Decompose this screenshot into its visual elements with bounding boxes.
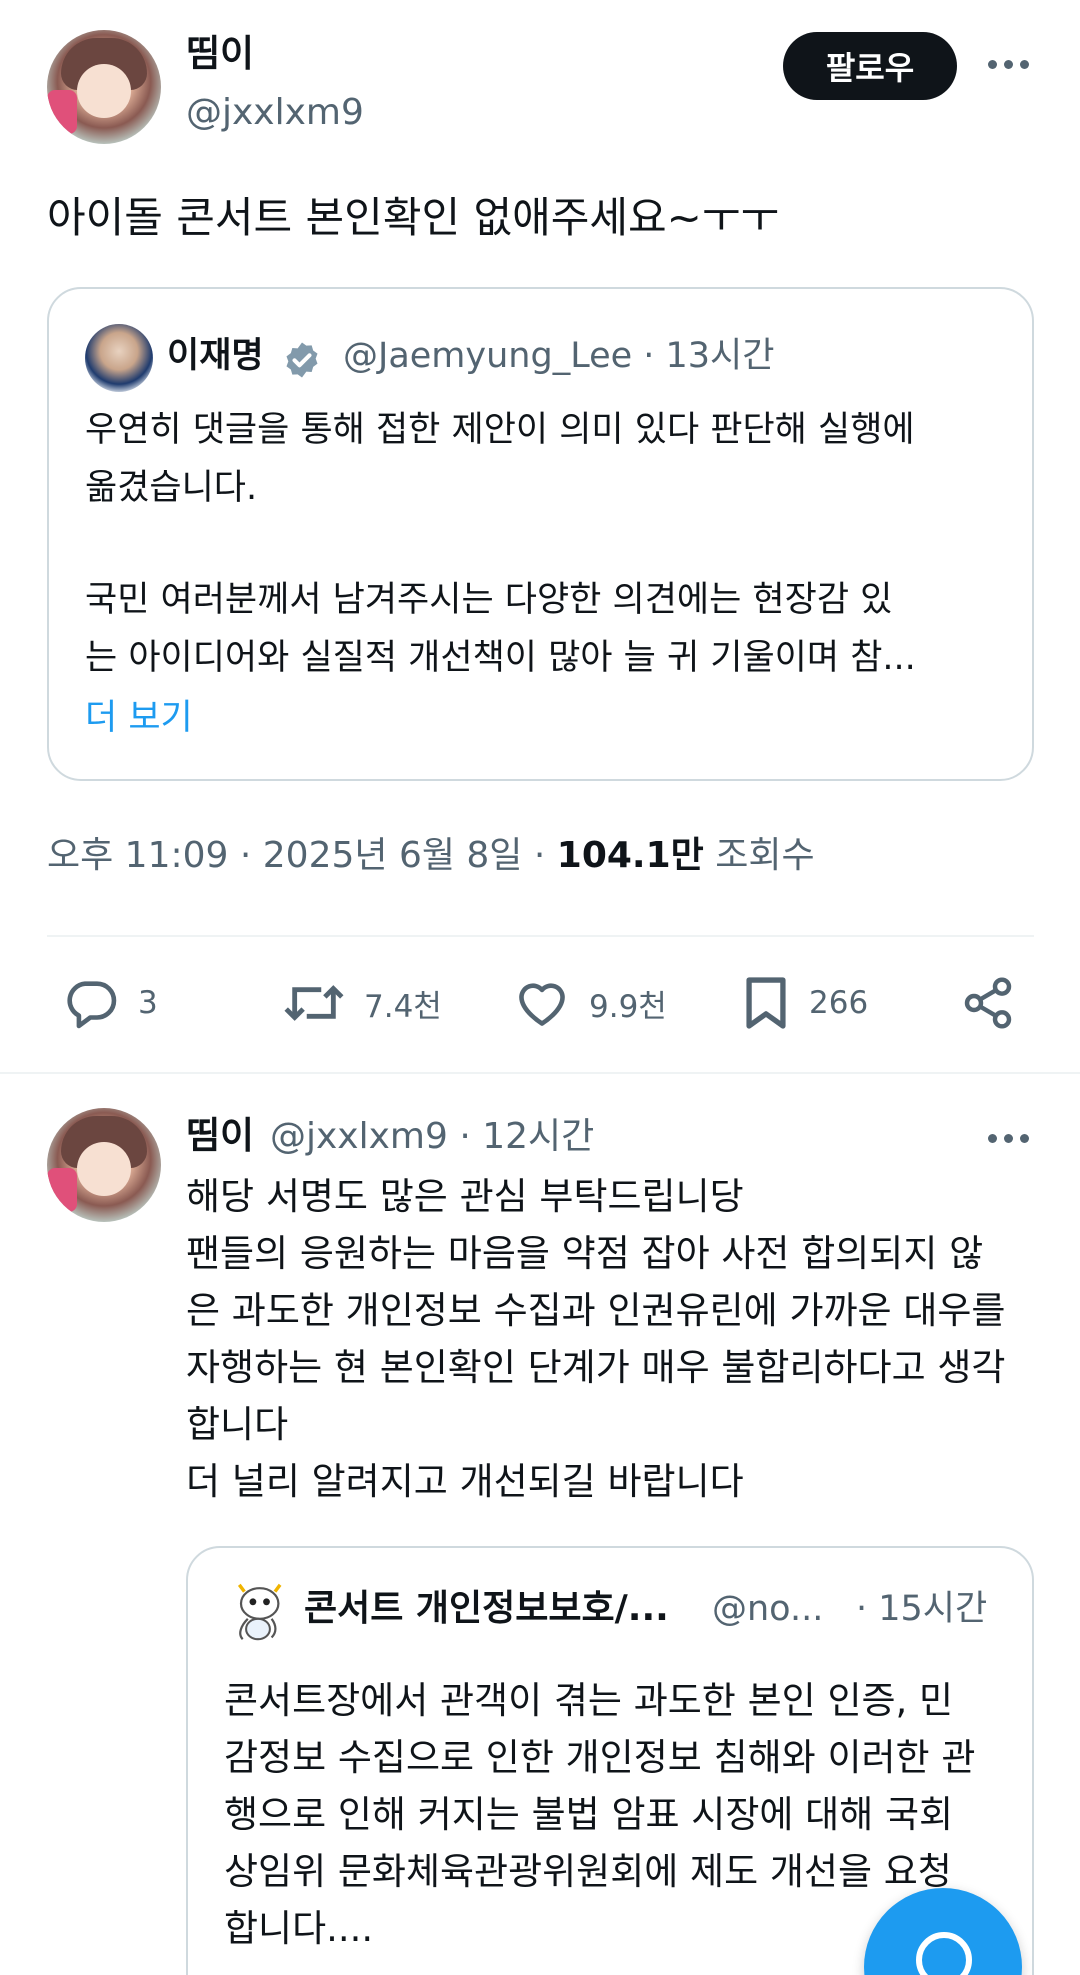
post-text: 아이돌 콘서트 본인확인 없애주세요~ㅜㅜ xyxy=(47,193,780,242)
view-label: 조회수 xyxy=(715,835,815,876)
repost-button[interactable]: 7.4천 xyxy=(282,972,442,1034)
avatar-accent xyxy=(47,1168,77,1212)
repost-count: 7.4천 xyxy=(364,988,442,1025)
quoted-text-line: 국민 여러분께서 남겨주시는 다양한 의견에는 현장감 있 xyxy=(85,580,893,620)
quoted-text-line: 우연히 댓글을 통해 접한 제안이 의미 있다 판단해 실행에 xyxy=(85,410,915,450)
like-count: 9.9천 xyxy=(589,988,667,1025)
reply-button[interactable]: 3 xyxy=(62,972,158,1034)
reply-quoted-text: 콘서트장에서 관객이 겪는 과도한 본인 인증, 민 감정보 수집으로 인한 개… xyxy=(224,1672,975,1957)
post-timestamp[interactable]: 오후 11:09 · 2025년 6월 8일 · xyxy=(47,835,557,876)
reply-quoted-time: · 15시간 xyxy=(856,1589,988,1629)
reply-quoted-text-line: 감정보 수집으로 인한 개인정보 침해와 이러한 관 xyxy=(224,1736,976,1779)
divider xyxy=(47,935,1034,937)
show-more-link[interactable]: 더 보기 xyxy=(85,689,193,747)
more-options-icon[interactable] xyxy=(988,1134,1029,1143)
view-count: 104.1만 xyxy=(556,835,704,876)
share-icon xyxy=(964,977,1012,1029)
reply-quoted-text-line: 행으로 인해 커지는 불법 암표 시장에 대해 국회 xyxy=(224,1793,954,1836)
follow-button[interactable]: 팔로우 xyxy=(783,32,957,100)
author-name[interactable]: 띰이 xyxy=(186,28,254,80)
bookmark-count: 266 xyxy=(809,985,869,1021)
avatar-accent xyxy=(47,90,77,134)
reply-quoted-text-line: 콘서트장에서 관객이 겪는 과도한 본인 인증, 민 xyxy=(224,1679,954,1722)
reply-author-name[interactable]: 띰이 xyxy=(186,1110,254,1162)
avatar-face xyxy=(77,64,131,118)
repost-icon xyxy=(284,985,344,1021)
reply-text-line: 해당 서명도 많은 관심 부탁드립니당 xyxy=(186,1175,744,1218)
reply-text-line: 합니다 xyxy=(186,1403,289,1446)
author-handle[interactable]: @jxxlxm9 xyxy=(186,90,364,136)
quoted-author-name: 이재명 xyxy=(167,336,264,376)
quoted-text-line xyxy=(85,517,985,571)
reply-text: 해당 서명도 많은 관심 부탁드립니당 팬들의 응원하는 마음을 약점 잡아 사… xyxy=(186,1168,1005,1510)
reply-count: 3 xyxy=(138,985,158,1021)
reply-author-avatar[interactable] xyxy=(47,1108,161,1222)
quoted-text-line: 옮겼습니다. xyxy=(85,468,258,508)
heart-icon xyxy=(519,983,565,1026)
quoted-author-handle: @Jaemyung_Lee · 13시간 xyxy=(343,336,775,376)
more-options-icon[interactable] xyxy=(988,60,1029,69)
reply-text-line: 더 널리 알려지고 개선되길 바랍니다 xyxy=(186,1460,744,1503)
quoted-text-line: 는 아이디어와 실질적 개선책이 많아 늘 귀 기울이며 참... xyxy=(85,638,916,678)
reply-text-line: 팬들의 응원하는 마음을 약점 잡아 사전 합의되지 않 xyxy=(186,1232,984,1275)
compose-icon xyxy=(916,1932,972,1975)
post-meta: 오후 11:09 · 2025년 6월 8일 · 104.1만 조회수 xyxy=(47,830,815,882)
verified-badge-icon xyxy=(286,342,318,378)
mascot-avatar-icon xyxy=(225,1579,291,1645)
reply-icon xyxy=(67,981,117,1029)
quoted-author-avatar xyxy=(85,324,153,392)
reply-author-handle[interactable]: @jxxlxm9 · 12시간 xyxy=(270,1112,594,1162)
divider xyxy=(0,1072,1080,1074)
bookmark-button[interactable]: 266 xyxy=(741,972,868,1034)
avatar-face xyxy=(77,1142,131,1196)
reply-quoted-text-line: 상임위 문화체육관광위원회에 제도 개선을 요청 xyxy=(224,1850,952,1893)
share-button[interactable] xyxy=(960,972,1016,1034)
reply-text-line: 자행하는 현 본인확인 단계가 매우 불합리하다고 생각 xyxy=(186,1346,1006,1389)
author-avatar[interactable] xyxy=(47,30,161,144)
quoted-post[interactable]: 이재명 @Jaemyung_Lee · 13시간 우연히 댓글을 통해 접한 제… xyxy=(47,287,1034,781)
bookmark-icon xyxy=(746,977,786,1029)
reply-quoted-text-line: 합니다.... xyxy=(224,1907,374,1950)
reply-quoted-author-name: 콘서트 개인정보보호/... xyxy=(304,1588,669,1629)
reply-text-line: 은 과도한 개인정보 수집과 인권유린에 가까운 대우를 xyxy=(186,1289,1006,1332)
reply-quoted-author-handle: @no... xyxy=(712,1589,824,1629)
like-button[interactable]: 9.9천 xyxy=(513,972,667,1034)
quoted-post-text: 우연히 댓글을 통해 접한 제안이 의미 있다 판단해 실행에 옮겼습니다. 국… xyxy=(85,401,985,687)
